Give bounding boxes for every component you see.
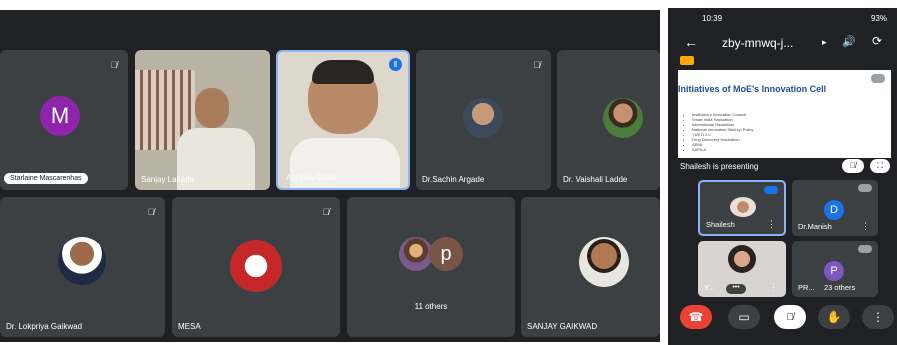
captions-icon[interactable] <box>680 56 694 65</box>
pin-icon[interactable] <box>871 74 885 83</box>
face <box>195 88 229 128</box>
status-time: 10:39 <box>702 14 723 23</box>
meet-mobile: 10:39 93% ← zby-mnwq-j... ▸ 🔊 ⟳ Initiati… <box>668 8 897 345</box>
status-bar: 10:39 93% <box>668 8 897 28</box>
chevron-right-icon[interactable]: ▸ <box>822 37 827 48</box>
avatar-photo <box>463 98 503 138</box>
avatar-photo <box>603 98 643 138</box>
presenting-bar: Shailesh is presenting 🎙̸ ⛶ <box>678 158 891 176</box>
mic-off-icon: 🎙̸ <box>110 60 118 70</box>
participant-tile[interactable]: Sanjay Lakade <box>135 50 270 190</box>
mic-off-icon[interactable]: 🎙̸ <box>842 159 864 173</box>
participant-tile[interactable]: Y... ••• ⋮ <box>698 241 786 297</box>
avatar: M <box>40 96 80 136</box>
speaking-indicator-icon: ⦀ <box>389 58 402 71</box>
mic-off-icon <box>858 245 872 253</box>
participant-name: Abhinav Dube <box>286 173 337 182</box>
switch-camera-icon[interactable]: ⟳ <box>872 34 882 48</box>
phone-hangup-icon: ☎ <box>688 310 704 324</box>
battery-level: 93% <box>870 14 887 23</box>
meet-desktop-grid: 🎙̸ M Starlaine Mascarenhas Sanjay Lakade… <box>0 10 660 342</box>
back-arrow-icon[interactable]: ← <box>684 34 698 50</box>
mic-toggle-button[interactable]: 🎙̸ <box>774 305 806 329</box>
avatar-photo <box>58 237 106 285</box>
participant-tile[interactable]: 🎙̸ Dr.Sachin Argade <box>416 50 551 190</box>
shirt <box>290 138 400 188</box>
others-count: 11 others <box>414 302 448 311</box>
participant-name: PR... <box>798 283 815 292</box>
participant-name: Dr. Lokpriya Gaikwad <box>6 322 83 331</box>
slide-bullet: KAPILA <box>692 147 753 152</box>
participant-tile-active-speaker[interactable]: ⦀ Abhinav Dube <box>276 50 410 190</box>
participant-name: MESA <box>178 322 201 331</box>
meeting-topbar: ← zby-mnwq-j... ▸ 🔊 ⟳ <box>668 30 897 58</box>
participant-name: Sanjay Lakade <box>141 175 194 184</box>
mic-off-icon: 🎙̸ <box>322 207 330 217</box>
avatar: D <box>824 200 844 220</box>
participant-tile[interactable]: D Dr.Manish ⋮ <box>792 180 878 236</box>
participant-name: Dr.Sachin Argade <box>422 175 485 184</box>
participant-name: Dr. Vaishali Ladde <box>563 175 628 184</box>
end-call-button[interactable]: ☎ <box>680 305 712 329</box>
presentation-slide: Initiatives of MoE's Innovation Cell Ins… <box>678 70 891 162</box>
mic-off-icon: 🎙̸ <box>533 60 541 70</box>
mic-off-icon <box>858 184 872 192</box>
others-count: 23 others <box>824 283 856 292</box>
speaking-indicator-icon <box>764 186 778 194</box>
avatar: P <box>824 261 844 281</box>
screenshot-composite: 🎙̸ M Starlaine Mascarenhas Sanjay Lakade… <box>0 0 897 345</box>
avatar-photo <box>399 237 433 271</box>
mic-off-icon: 🎙̸ <box>786 311 794 323</box>
more-options-icon: ⋮ <box>872 310 884 324</box>
mic-off-icon: 🎙̸ <box>147 207 155 217</box>
participant-tile[interactable]: SANJAY GAIKWAD <box>521 197 660 337</box>
fullscreen-icon[interactable]: ⛶ <box>870 159 890 173</box>
participant-name: Starlaine Mascarenhas <box>4 173 88 184</box>
participant-name: Dr.Manish <box>798 222 832 231</box>
raise-hand-button[interactable]: ✋ <box>818 305 850 329</box>
participant-tile[interactable]: Shailesh ⋮ <box>698 180 786 236</box>
participant-tile[interactable]: 🎙̸ MESA <box>172 197 340 337</box>
video-camera-icon: ▭ <box>738 310 750 324</box>
participant-tile-others[interactable]: P PR... 23 others <box>792 241 878 297</box>
audio-level-icon: ••• <box>726 284 746 294</box>
avatar: p <box>429 237 463 271</box>
meeting-code[interactable]: zby-mnwq-j... <box>722 36 793 50</box>
participant-tile[interactable]: 🎙̸ M Starlaine Mascarenhas <box>0 50 128 190</box>
participant-tile[interactable]: Dr. Vaishali Ladde <box>557 50 660 190</box>
presenting-label: Shailesh is presenting <box>680 162 759 171</box>
more-options-button[interactable]: ⋮ <box>862 305 894 329</box>
participant-name: Shailesh <box>706 220 735 229</box>
avatar-photo <box>728 245 756 273</box>
more-options-icon[interactable]: ⋮ <box>767 219 776 230</box>
participant-tile[interactable]: 🎙̸ Dr. Lokpriya Gaikwad <box>0 197 165 337</box>
avatar-photo <box>730 197 756 217</box>
slide-bullets: Institution's Innovation CouncilSmart In… <box>692 112 753 152</box>
participant-name: Y... <box>704 283 715 292</box>
more-options-icon[interactable]: ⋮ <box>861 221 870 232</box>
avatar-photo <box>579 237 629 287</box>
slide-title: Initiatives of MoE's Innovation Cell <box>678 84 827 94</box>
hand-icon: ✋ <box>826 310 842 324</box>
hair <box>312 60 374 84</box>
more-options-icon[interactable]: ⋮ <box>769 282 778 293</box>
mesa-logo <box>230 240 282 292</box>
participant-tile-others[interactable]: p 11 others <box>347 197 515 337</box>
speaker-icon[interactable]: 🔊 <box>842 35 856 48</box>
participant-name: SANJAY GAIKWAD <box>527 322 598 331</box>
camera-toggle-button[interactable]: ▭ <box>728 305 760 329</box>
